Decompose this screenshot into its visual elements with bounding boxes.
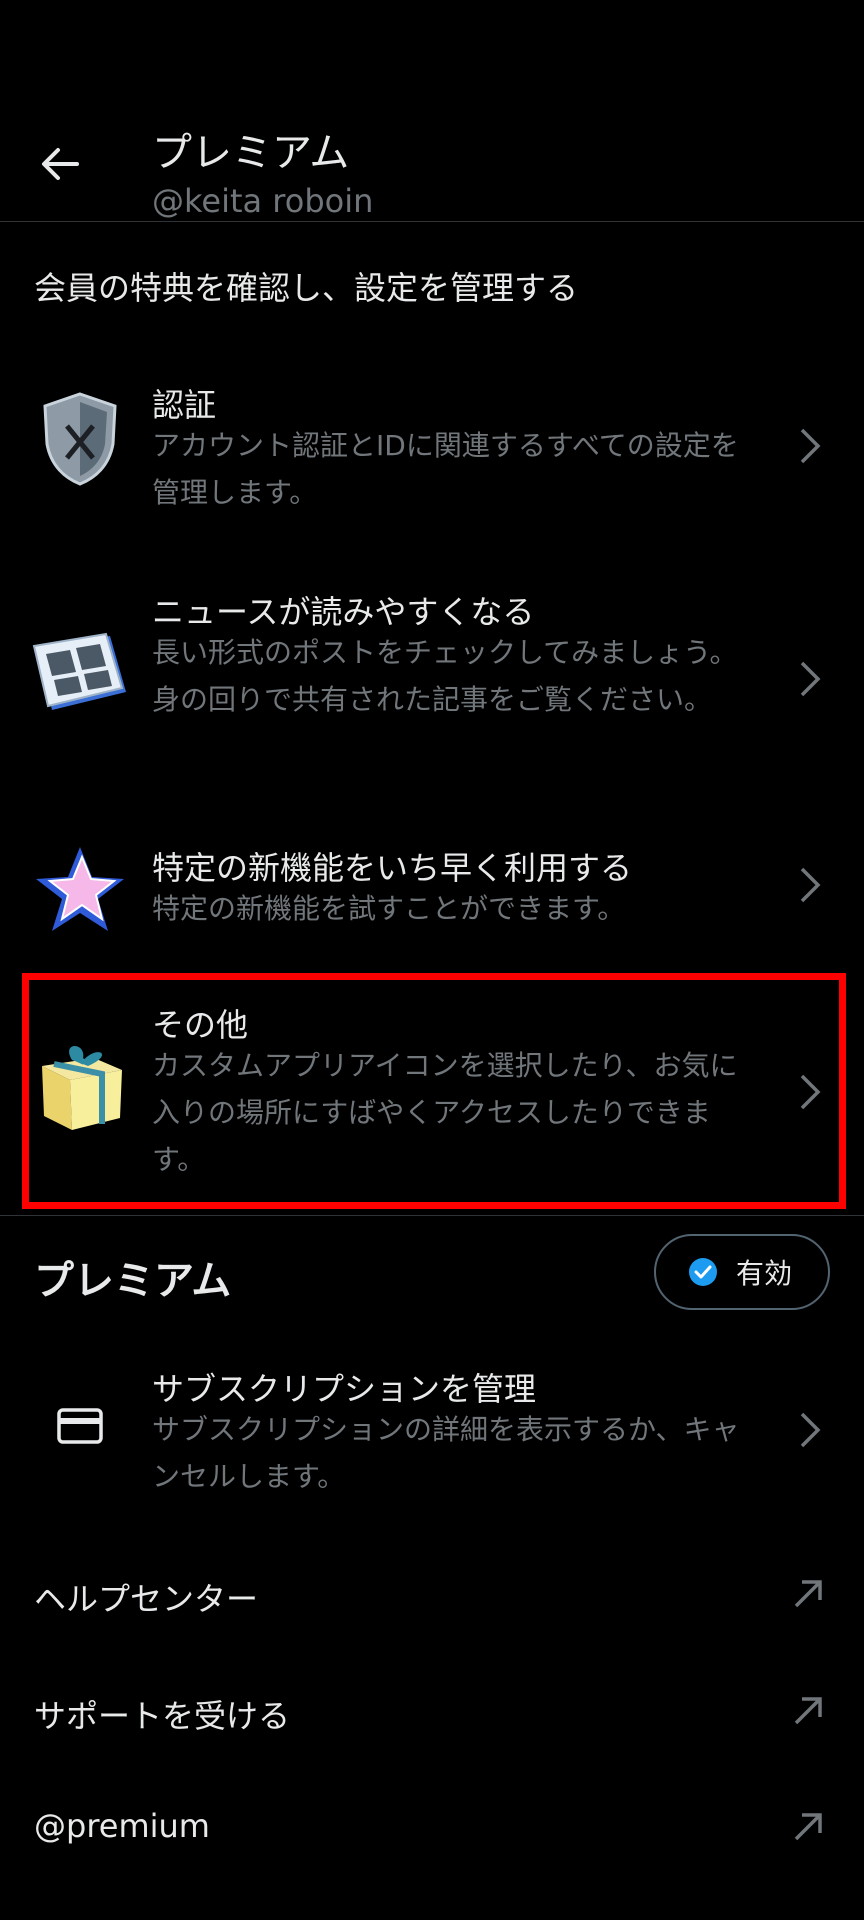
link-label: @premium	[34, 1807, 210, 1845]
back-arrow-icon	[42, 148, 79, 180]
status-label: 有効	[736, 1257, 793, 1290]
premium-account-link[interactable]: @premium	[0, 1791, 864, 1871]
credit-card-icon	[28, 1374, 132, 1478]
subscription-description: サブスクリプションの詳細を表示するか、キャンセルします。	[152, 1413, 740, 1493]
feature-title: ニュースが読みやすくなる	[152, 593, 535, 631]
help-center-link[interactable]: ヘルプセンター	[0, 1558, 864, 1638]
newspaper-icon	[28, 621, 132, 725]
check-circle-icon	[689, 1258, 717, 1286]
link-label: サポートを受ける	[34, 1697, 291, 1735]
top-bar: プレミアム @keita roboin	[0, 110, 864, 222]
chevron-right-icon	[792, 863, 828, 907]
link-label: ヘルプセンター	[34, 1580, 259, 1618]
gift-icon	[28, 1034, 132, 1138]
back-button[interactable]	[34, 138, 86, 190]
feature-description: カスタムアプリアイコンを選択したり、お気に入りの場所にすばやくアクセスしたりでき…	[152, 1049, 738, 1176]
subscription-title: サブスクリプションを管理	[152, 1370, 537, 1408]
feature-title: 特定の新機能をいち早く利用する	[152, 849, 633, 887]
section-divider	[0, 1215, 864, 1216]
status-badge: 有効	[654, 1234, 830, 1310]
chevron-right-icon	[792, 1408, 828, 1452]
manage-subscription-item[interactable]: サブスクリプションを管理 サブスクリプションの詳細を表示するか、キャンセルします…	[0, 1364, 864, 1494]
section-intro: 会員の特典を確認し、設定を管理する	[34, 269, 579, 307]
feature-item-news[interactable]: ニュースが読みやすくなる 長い形式のポストをチェックしてみましょう。身の回りで共…	[0, 587, 864, 767]
external-link-icon	[794, 1697, 822, 1725]
premium-settings-screen: プレミアム @keita roboin 会員の特典を確認し、設定を管理する 認証…	[0, 0, 864, 1920]
premium-section-heading: プレミアム	[34, 1258, 232, 1304]
get-support-link[interactable]: サポートを受ける	[0, 1675, 864, 1755]
feature-item-other[interactable]: その他 カスタムアプリアイコンを選択したり、お気に入りの場所にすばやくアクセスし…	[0, 1000, 864, 1180]
chevron-right-icon	[792, 657, 828, 701]
feature-description: 特定の新機能を試すことができます。	[152, 892, 626, 925]
chevron-right-icon	[792, 424, 828, 468]
external-link-icon	[794, 1580, 822, 1608]
shield-icon	[28, 386, 132, 490]
account-handle: @keita roboin	[152, 182, 374, 220]
feature-title: 認証	[152, 386, 217, 424]
feature-description: アカウント認証とIDに関連するすべての設定を管理します。	[152, 429, 739, 509]
chevron-right-icon	[792, 1070, 828, 1114]
feature-item-verification[interactable]: 認証 アカウント認証とIDに関連するすべての設定を管理します。	[0, 380, 864, 510]
page-title: プレミアム	[152, 130, 350, 176]
star-icon	[28, 837, 132, 941]
external-link-icon	[794, 1813, 822, 1841]
feature-description: 長い形式のポストをチェックしてみましょう。身の回りで共有された記事をご覧ください…	[152, 636, 738, 716]
feature-title: その他	[152, 1006, 249, 1044]
feature-item-early-access[interactable]: 特定の新機能をいち早く利用する 特定の新機能を試すことができます。	[0, 843, 864, 943]
